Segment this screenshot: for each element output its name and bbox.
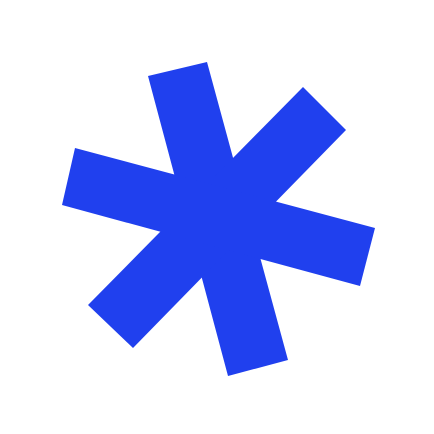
asterisk-icon bbox=[62, 62, 375, 376]
icon-canvas bbox=[0, 0, 434, 434]
